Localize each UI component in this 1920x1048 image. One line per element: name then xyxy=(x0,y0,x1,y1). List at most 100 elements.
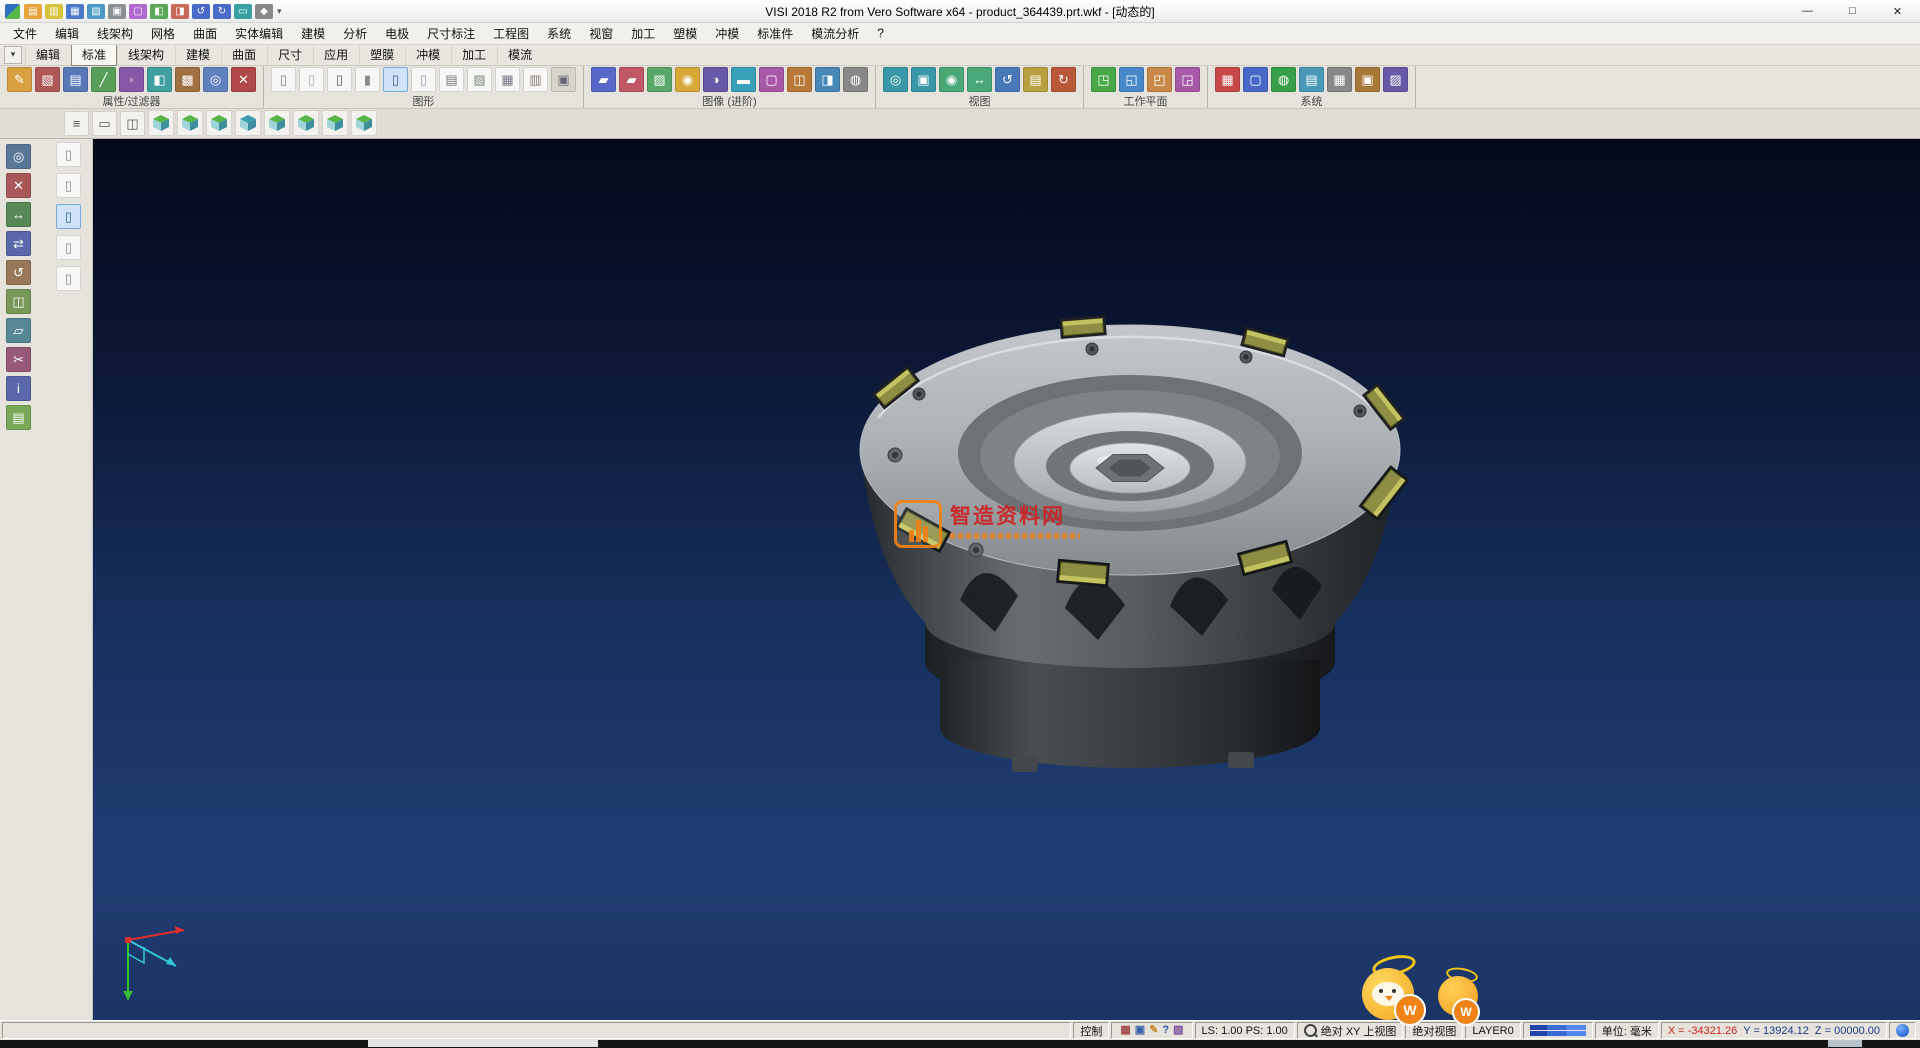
workplane-3point-icon[interactable]: ◰ xyxy=(1147,67,1172,92)
compare-icon[interactable]: ◨ xyxy=(815,67,840,92)
new-file-icon[interactable]: ▤ xyxy=(24,4,42,19)
left-view-icon[interactable] xyxy=(322,110,348,136)
display-mode-5-icon[interactable]: ▯ xyxy=(56,266,81,291)
ribbon-tab[interactable]: 建模 xyxy=(175,43,221,66)
menu-item[interactable]: 视窗 xyxy=(580,25,622,42)
scale-info[interactable]: LS: 1.00 PS: 1.00 xyxy=(1195,1022,1295,1039)
zoom-previous-icon[interactable]: ◉ xyxy=(939,67,964,92)
ribbon-tab[interactable]: 标准 xyxy=(71,43,117,66)
right-view-icon[interactable] xyxy=(351,110,377,136)
zoom-all-icon[interactable]: ◎ xyxy=(883,67,908,92)
section-icon[interactable]: ◫ xyxy=(787,67,812,92)
menu-item[interactable]: 曲面 xyxy=(184,25,226,42)
menu-item[interactable]: 线架构 xyxy=(88,25,142,42)
open-file-icon[interactable]: ▥ xyxy=(45,4,63,19)
ribbon-tab[interactable]: 塑膜 xyxy=(359,43,405,66)
display-mode-3-icon[interactable]: ▯ xyxy=(56,204,81,229)
display-mode-2-icon[interactable]: ▯ xyxy=(56,173,81,198)
layers-tool-icon[interactable]: ▤ xyxy=(6,405,31,430)
menu-item[interactable]: 编辑 xyxy=(46,25,88,42)
menu-item[interactable]: 尺寸标注 xyxy=(418,25,484,42)
layer-filter-icon[interactable]: ▤ xyxy=(63,67,88,92)
textures-icon[interactable]: ▨ xyxy=(647,67,672,92)
menu-item[interactable]: 建模 xyxy=(292,25,334,42)
rotate-tool-icon[interactable]: ↺ xyxy=(6,260,31,285)
top-view-icon[interactable] xyxy=(206,110,232,136)
info-tool-icon[interactable]: i xyxy=(6,376,31,401)
single-view-icon[interactable]: ▭ xyxy=(92,111,117,136)
import-icon[interactable]: ◧ xyxy=(150,4,168,19)
screen-layout-icon[interactable]: ▭ xyxy=(234,4,252,19)
menu-item[interactable]: 电极 xyxy=(376,25,418,42)
gallery-icon[interactable]: ◍ xyxy=(843,67,868,92)
ribbon-tab[interactable]: 线架构 xyxy=(117,43,175,66)
workplane-reset-icon[interactable]: ◲ xyxy=(1175,67,1200,92)
reset-filter-icon[interactable]: ✕ xyxy=(231,67,256,92)
menu-item[interactable]: 工程图 xyxy=(484,25,538,42)
mirror-tool-icon[interactable]: ◫ xyxy=(6,289,31,314)
menu-item[interactable]: 系统 xyxy=(538,25,580,42)
quick-select-icon[interactable]: ◎ xyxy=(203,67,228,92)
menu-item[interactable]: 网格 xyxy=(142,25,184,42)
ribbon-tab[interactable]: 尺寸 xyxy=(267,43,313,66)
menu-item[interactable]: 冲模 xyxy=(706,25,748,42)
network-icon[interactable]: ◍ xyxy=(1271,67,1296,92)
zoom-tool-icon[interactable]: ◎ xyxy=(6,144,31,169)
clipboard-view-icon[interactable]: ▣ xyxy=(551,67,576,92)
maximize-button[interactable]: □ xyxy=(1830,1,1875,22)
user-profile-icon[interactable]: ▨ xyxy=(1383,67,1408,92)
quick-access-dropdown[interactable]: ▾ xyxy=(273,6,286,17)
select-mode-icon[interactable]: ▦ xyxy=(1118,1025,1132,1036)
menu-item[interactable]: 实体编辑 xyxy=(226,25,292,42)
line-type-filter-icon[interactable]: ╱ xyxy=(91,67,116,92)
snap-control[interactable]: 控制 xyxy=(1073,1022,1109,1039)
shaded-edges-view-icon[interactable]: ▮ xyxy=(355,67,380,92)
screen-icon[interactable]: ▣ xyxy=(1133,1025,1147,1036)
calculator-icon[interactable]: ▣ xyxy=(1355,67,1380,92)
iso-view-icon[interactable] xyxy=(148,110,174,136)
help-icon[interactable]: ? xyxy=(1160,1025,1171,1036)
menu-item[interactable]: 文件 xyxy=(4,25,46,42)
grid-settings-icon[interactable]: ▦ xyxy=(1327,67,1352,92)
bottom-view-icon[interactable] xyxy=(235,110,261,136)
print-icon[interactable]: ▣ xyxy=(108,4,126,19)
minimize-button[interactable]: — xyxy=(1785,1,1830,22)
close-button[interactable]: ✕ xyxy=(1875,1,1920,22)
background-icon[interactable]: ▬ xyxy=(731,67,756,92)
save-all-icon[interactable]: ▧ xyxy=(87,4,105,19)
workplane-create-icon[interactable]: ◳ xyxy=(1091,67,1116,92)
measure-tool-icon[interactable]: ↔ xyxy=(6,202,31,227)
database-icon[interactable]: ▤ xyxy=(1299,67,1324,92)
ribbon-tab[interactable]: 编辑 xyxy=(25,43,71,66)
box-view-icon[interactable]: ▧ xyxy=(467,67,492,92)
point-filter-icon[interactable]: ◦ xyxy=(119,67,144,92)
color-palette-icon[interactable]: ▦ xyxy=(1215,67,1240,92)
menu-item[interactable]: 塑模 xyxy=(664,25,706,42)
ribbon-tab[interactable]: 曲面 xyxy=(221,43,267,66)
save-icon[interactable]: ▦ xyxy=(66,4,84,19)
menu-item[interactable]: 标准件 xyxy=(748,25,802,42)
multi-view-icon[interactable]: ◫ xyxy=(120,111,145,136)
hidden-line-view-icon[interactable]: ▯ xyxy=(299,67,324,92)
layer-color-bars[interactable] xyxy=(1523,1022,1593,1039)
ribbon-tab[interactable]: 模流 xyxy=(497,43,543,66)
ribbon-tab[interactable]: 应用 xyxy=(313,43,359,66)
redo-icon[interactable]: ↻ xyxy=(213,4,231,19)
standard-views-icon[interactable]: ▤ xyxy=(1023,67,1048,92)
ribbon-tab[interactable]: 加工 xyxy=(451,43,497,66)
snapshot-icon[interactable]: ▢ xyxy=(759,67,784,92)
lights-icon[interactable]: ◉ xyxy=(675,67,700,92)
edit-mode-icon[interactable]: ✎ xyxy=(1147,1025,1160,1036)
solid-filter-icon[interactable]: ▩ xyxy=(175,67,200,92)
draft-view-icon[interactable]: ▤ xyxy=(439,67,464,92)
menu-item[interactable]: 加工 xyxy=(622,25,664,42)
sheet-view-icon[interactable]: ▥ xyxy=(523,67,548,92)
menu-item[interactable]: ? xyxy=(868,26,893,40)
refresh-view-icon[interactable]: ↻ xyxy=(1051,67,1076,92)
attributes-icon[interactable]: ✎ xyxy=(7,67,32,92)
snap-settings-icon[interactable]: ▧ xyxy=(1171,1025,1185,1036)
render-icon[interactable]: ▰ xyxy=(591,67,616,92)
rotate-view-icon[interactable]: ↺ xyxy=(995,67,1020,92)
options-icon[interactable]: ◆ xyxy=(255,4,273,19)
menu-item[interactable]: 模流分析 xyxy=(802,25,868,42)
